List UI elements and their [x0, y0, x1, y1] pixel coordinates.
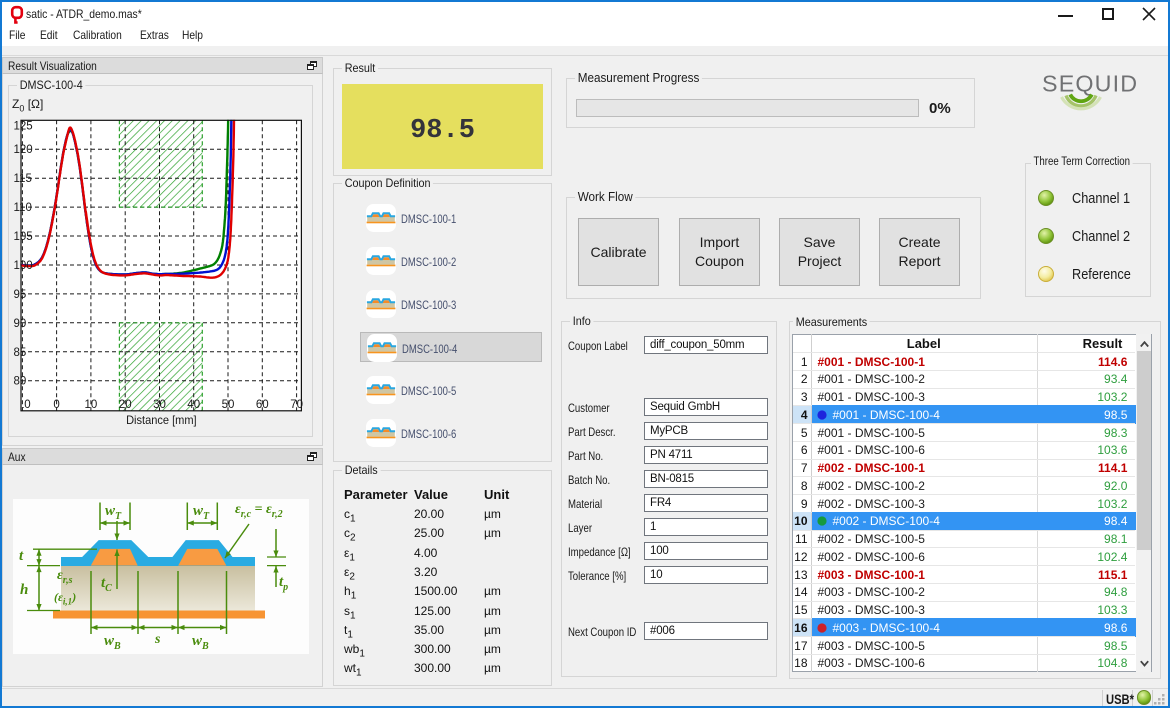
svg-text:95: 95: [14, 289, 27, 301]
svg-text:115: 115: [14, 173, 32, 185]
svg-text:100: 100: [14, 260, 33, 272]
svg-text:110: 110: [14, 202, 32, 214]
svg-text:-10: -10: [14, 399, 31, 411]
svg-text:60: 60: [256, 399, 269, 411]
svg-text:120: 120: [14, 144, 33, 156]
svg-text:90: 90: [14, 318, 27, 330]
svg-text:85: 85: [14, 347, 27, 359]
svg-text:30: 30: [153, 399, 166, 411]
svg-text:70: 70: [290, 399, 303, 411]
svg-text:20: 20: [119, 399, 132, 411]
svg-text:50: 50: [222, 399, 235, 411]
svg-text:40: 40: [187, 399, 200, 411]
svg-text:105: 105: [14, 231, 33, 243]
svg-text:0: 0: [53, 399, 59, 411]
svg-text:80: 80: [14, 376, 27, 388]
svg-text:10: 10: [85, 399, 98, 411]
svg-text:125: 125: [14, 120, 33, 132]
